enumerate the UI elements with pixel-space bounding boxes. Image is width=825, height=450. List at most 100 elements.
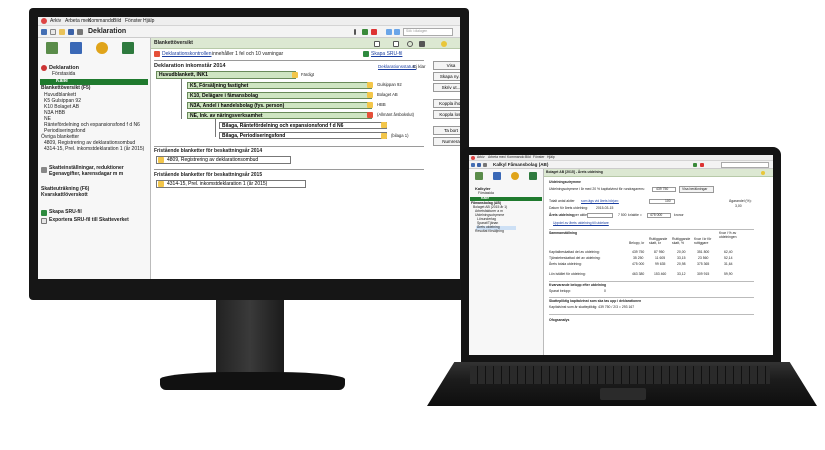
nav-icon[interactable]: [693, 163, 697, 167]
laptop-menu-arbeta[interactable]: Arbeta med: [488, 155, 506, 160]
back-arrow-icon[interactable]: [386, 29, 392, 35]
check-link[interactable]: Deklarationskontrollen: [162, 51, 211, 58]
doc-icon[interactable]: [700, 163, 704, 167]
status-link[interactable]: Deklarationsstatus:: [378, 64, 416, 69]
table-cell: 20,98: [677, 262, 686, 266]
pie-chart-icon[interactable]: [96, 42, 108, 54]
save-icon[interactable]: [477, 163, 481, 167]
sidebar-group2-line2[interactable]: Kvarskatt/överskott: [41, 192, 88, 199]
menu-hjalp[interactable]: Hjälp: [143, 18, 154, 25]
print-icon[interactable]: [483, 163, 487, 167]
sidebar-export[interactable]: Exportera SRU-fil till Skatteverket: [49, 217, 129, 224]
new-icon[interactable]: [50, 29, 56, 35]
header-calendar-icon[interactable]: [393, 41, 399, 47]
sidebar-sru[interactable]: Skapa SRU-fil: [49, 209, 82, 216]
help-icon[interactable]: [761, 171, 765, 175]
menu-bild[interactable]: Bild: [113, 18, 121, 25]
print-button[interactable]: Skriv ut...: [433, 83, 460, 92]
save-icon[interactable]: [68, 29, 74, 35]
laptop-toolbar-title: Kalkyl Fåmansbolag (AB): [493, 162, 549, 167]
form-4809-label: 4809, Registrering av deklarationsombud: [167, 157, 259, 163]
warning-icon: [367, 82, 373, 88]
form-ne[interactable]: NE, Ink. av näringsverksamhet: [187, 112, 372, 119]
sidebar-overview[interactable]: Blankettöversikt (F5): [41, 85, 90, 92]
date-value[interactable]: 2015-03-15: [596, 206, 613, 211]
sidebar-subtitle[interactable]: Förstasida: [52, 71, 75, 78]
sidebar-group1-line2[interactable]: Egenavgifter, karensdagar m m: [49, 171, 123, 178]
book-icon[interactable]: [529, 172, 537, 180]
laptop-menu-arkiv[interactable]: Arkiv: [477, 155, 485, 160]
delete-button[interactable]: Ta bort: [433, 126, 460, 135]
help-icon[interactable]: [441, 41, 447, 47]
laptop-menu-fonster[interactable]: Fönster: [533, 155, 545, 160]
sidebar-item[interactable]: 4314-15, Prel. inkomstdeklaration 1 (år …: [44, 146, 144, 153]
attachment-n6[interactable]: Bilaga, Räntefördelning och expansionsfo…: [219, 122, 387, 129]
monitor-stand-neck: [216, 300, 284, 378]
pie-chart-icon[interactable]: [511, 172, 519, 180]
calculator-icon[interactable]: [475, 172, 483, 180]
laptop-sidebar-item[interactable]: Resultat försäljning: [475, 229, 504, 234]
taxable-title: Skattepliktig kapitalvinst som ska tas u…: [549, 299, 642, 303]
header-search-icon[interactable]: [407, 41, 413, 47]
connect-button[interactable]: Koppla ihop: [433, 99, 460, 108]
main-form-note: Färdigt: [301, 72, 315, 77]
form-n3a[interactable]: N3A, Andel i handelsbolag (fys. person): [187, 102, 372, 109]
table-cell: 99 635: [655, 262, 666, 266]
menu-arbeta-med[interactable]: Arbeta med: [65, 18, 91, 25]
form-4809[interactable]: 4809, Registrering av deklarationsombud: [156, 156, 291, 164]
laptop-menu-kommando[interactable]: Kommando: [507, 155, 524, 160]
toolbar-doc-icon[interactable]: [371, 29, 377, 35]
laptop-panel-title: Bolaget AB [2015] - Årets utdelning: [546, 170, 603, 174]
free-2015-title: Fristående blanketter för beskattningsår…: [154, 172, 263, 178]
home-icon[interactable]: [471, 163, 475, 167]
form-k5[interactable]: K5, Försäljning fastighet: [187, 82, 372, 89]
header-binoculars-icon[interactable]: [419, 41, 425, 47]
dividend-per: per aktie:: [574, 213, 588, 217]
form-k10[interactable]: K10, Delägare i fåmansbolag: [187, 92, 372, 99]
disconnect-button[interactable]: Koppla loss: [433, 110, 460, 119]
form-4314[interactable]: 4314-15, Prel. inkomstdeklaration 1 (år …: [156, 180, 306, 188]
deklaration-icon: [41, 65, 47, 71]
main-form-box[interactable]: Huvudblankett, INK1: [156, 71, 296, 79]
attachment-periodisering[interactable]: Bilaga, Periodiseringsfond: [219, 132, 387, 139]
settings-icon: [41, 167, 47, 173]
remaining-value: 0: [604, 289, 606, 293]
form-k5-note: Gulsippan 92: [377, 82, 402, 87]
home-icon[interactable]: [41, 29, 47, 35]
app-icon: [471, 156, 475, 160]
remaining-title: Kvarvarande belopp efter utdelning: [549, 283, 607, 287]
forward-arrow-icon[interactable]: [394, 29, 400, 35]
table-row-label: Kapitalbeskattad del av utdelning:: [549, 250, 600, 254]
menu-fonster[interactable]: Fönster: [125, 18, 142, 25]
person-icon[interactable]: [70, 42, 82, 54]
sru-link[interactable]: Skapa SRU-fil: [371, 51, 402, 58]
table-cell: 33,12: [677, 272, 686, 276]
view-button[interactable]: Visa: [433, 61, 460, 70]
header-tool-icon[interactable]: [374, 41, 380, 47]
toolbar-nav-icon[interactable]: [362, 29, 368, 35]
util-button-label: Visa beräkningar: [682, 187, 708, 191]
print-icon[interactable]: [77, 29, 83, 35]
shares-mid[interactable]: som ägs vid årets början:: [581, 199, 619, 204]
sidebar-kalle-label: Kalle: [56, 78, 68, 84]
distribution-link[interactable]: Uppdel av årets utdelning till utdelare: [553, 221, 609, 226]
shares-input[interactable]: [649, 199, 675, 204]
menu-kommando[interactable]: Kommando: [88, 18, 114, 25]
form-ne-note: (Allmänt årsbokslut): [377, 112, 415, 117]
person-icon[interactable]: [493, 172, 501, 180]
export-icon: [41, 218, 47, 224]
open-icon[interactable]: [59, 29, 65, 35]
toolbar-title: Deklaration: [88, 28, 127, 35]
book-icon[interactable]: [122, 42, 134, 54]
calculator-icon[interactable]: [46, 42, 58, 54]
laptop-search-input[interactable]: [721, 162, 769, 168]
renumber-button[interactable]: Numrera: [433, 137, 460, 146]
dividend-input[interactable]: [587, 213, 613, 218]
toolbar-info-icon[interactable]: [354, 29, 356, 35]
create-new-button[interactable]: Skapa ny...: [433, 72, 460, 81]
menu-arkiv[interactable]: Arkiv: [50, 18, 61, 25]
table-cell: 33,15: [677, 256, 686, 260]
laptop-menu-bild[interactable]: Bild: [525, 155, 531, 160]
laptop-menu-hjalp[interactable]: Hjälp: [547, 155, 555, 160]
shares-value: 100: [665, 199, 671, 203]
